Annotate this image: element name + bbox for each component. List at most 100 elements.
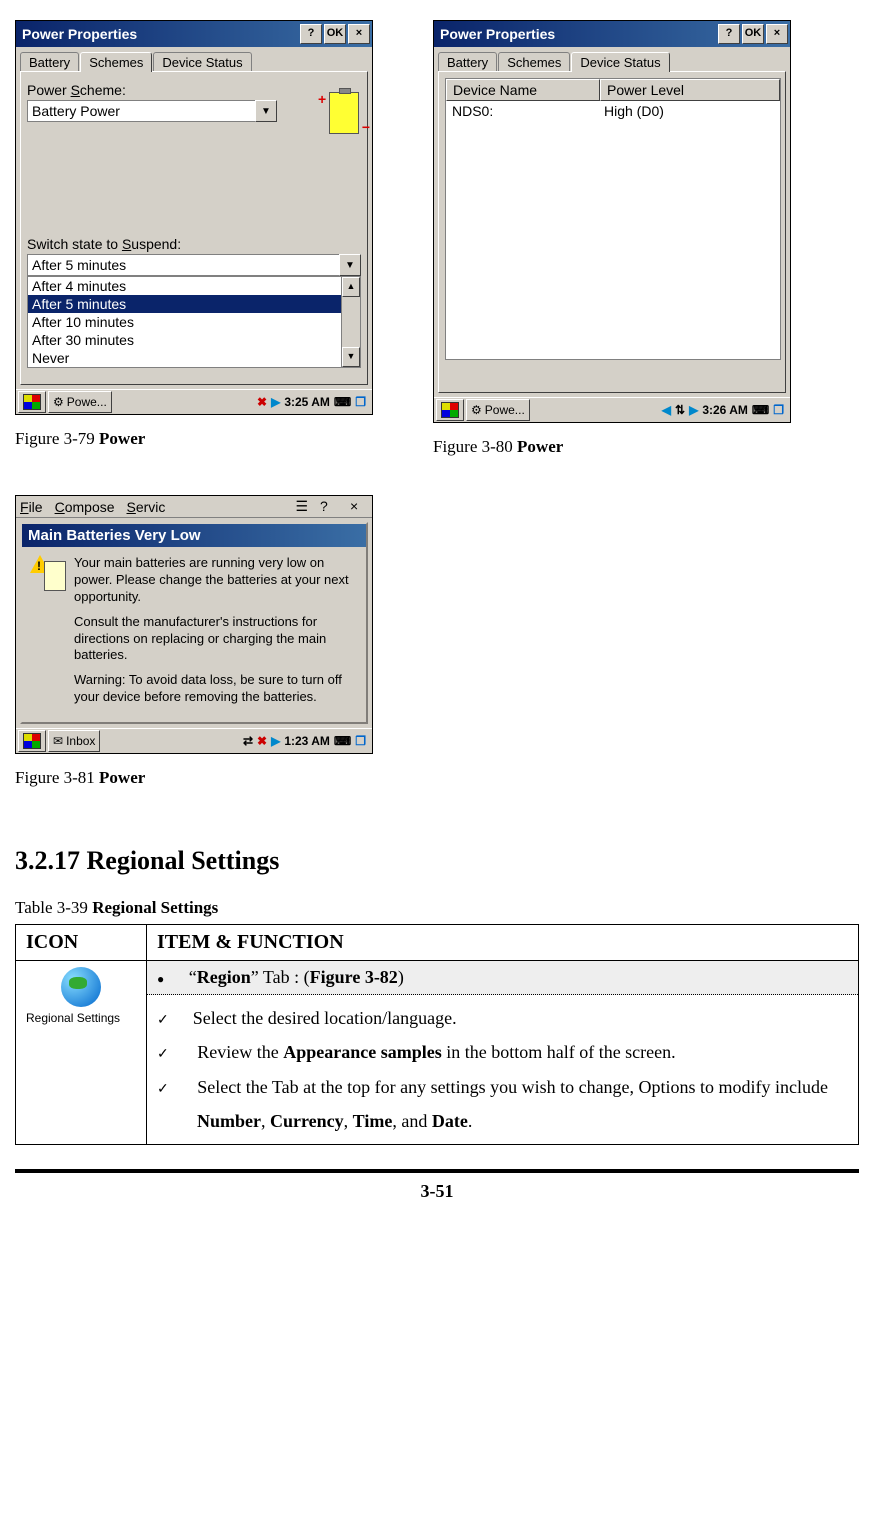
tray-icon[interactable]: ❐ (773, 403, 784, 417)
close-button[interactable]: × (766, 24, 788, 44)
system-tray: ⇄ ✖ ▶ 1:23 AM ⌨ ❐ (239, 734, 370, 748)
page-footer: 3-51 (15, 1169, 859, 1202)
suspend-combo[interactable]: After 5 minutes ▼ (27, 254, 361, 276)
device-name-cell: NDS0: (446, 101, 598, 121)
list-item[interactable]: After 30 minutes (28, 331, 341, 349)
toolbar-icon[interactable]: ☰ (295, 498, 308, 515)
tab-panel: Device Name Power Level NDS0: High (D0) (438, 71, 786, 393)
ok-button[interactable]: OK (742, 24, 764, 44)
start-button[interactable] (436, 399, 464, 421)
suspend-value[interactable]: After 5 minutes (27, 254, 339, 276)
window-title: Power Properties (22, 26, 298, 42)
tab-battery[interactable]: Battery (438, 52, 497, 72)
taskbar-app-button[interactable]: ✉ Inbox (48, 730, 100, 752)
column-power-level[interactable]: Power Level (600, 79, 780, 101)
list-item[interactable]: After 4 minutes (28, 277, 341, 295)
page-number: 3-51 (421, 1181, 454, 1201)
tray-icon[interactable]: ✖ (257, 395, 267, 409)
tray-icon[interactable]: ⇄ (243, 734, 253, 748)
figure-80-column: Power Properties ? OK × Battery Schemes … (433, 20, 791, 465)
list-item[interactable]: After 5 minutes (28, 295, 341, 313)
taskbar-app-button[interactable]: ⚙ Powe... (466, 399, 530, 421)
tray-icon[interactable]: ✖ (257, 734, 267, 748)
system-tray: ◀ ⇅ ▶ 3:26 AM ⌨ ❐ (658, 403, 788, 417)
windows-flag-icon (441, 402, 459, 418)
scroll-up-icon[interactable]: ▲ (342, 277, 360, 297)
item-function-cell: “Region” Tab : (Figure 3-82) Select the … (147, 961, 859, 1145)
section-heading: 3.2.17 Regional Settings (15, 846, 859, 876)
column-device-name[interactable]: Device Name (446, 79, 600, 101)
help-button[interactable]: ? (718, 24, 740, 44)
help-button[interactable]: ? (320, 499, 338, 515)
ok-button[interactable]: OK (324, 24, 346, 44)
menu-services[interactable]: Servic (127, 499, 166, 515)
scroll-down-icon[interactable]: ▼ (342, 347, 360, 367)
chevron-down-icon[interactable]: ▼ (255, 100, 277, 122)
figure-row-1: Power Properties ? OK × Battery Schemes … (15, 20, 859, 465)
suspend-label: Switch state to Suspend: (27, 236, 361, 252)
tray-icon[interactable]: ▶ (271, 734, 280, 748)
tab-device-status[interactable]: Device Status (153, 52, 251, 72)
taskbar: ✉ Inbox ⇄ ✖ ▶ 1:23 AM ⌨ ❐ (16, 728, 372, 753)
tray-icon[interactable]: ⇅ (675, 403, 685, 417)
start-button[interactable] (18, 391, 46, 413)
check-item: Select the desired location/language. (157, 1001, 848, 1035)
figure-caption: Figure 3-80 Power (433, 437, 791, 457)
battery-icon: +− (329, 92, 359, 134)
taskbar-app-button[interactable]: ⚙ Powe... (48, 391, 112, 413)
start-button[interactable] (18, 730, 46, 752)
windows-flag-icon (23, 394, 41, 410)
system-tray: ✖ ▶ 3:25 AM ⌨ ❐ (253, 395, 370, 409)
bullet-item: “Region” Tab : (Figure 3-82) (157, 967, 848, 988)
dialog-body: Your main batteries are running very low… (22, 547, 366, 722)
power-scheme-value[interactable]: Battery Power (27, 100, 255, 122)
tray-icon[interactable]: ⌨ (752, 403, 769, 417)
power-level-cell: High (D0) (598, 101, 780, 121)
battery-warning-icon (30, 555, 66, 591)
table-row: Regional Settings “Region” Tab : (Figure… (16, 961, 859, 1145)
window-title: Power Properties (440, 26, 716, 42)
suspend-options-list[interactable]: After 4 minutes After 5 minutes After 10… (27, 276, 361, 368)
tray-icon[interactable]: ⌨ (334, 395, 351, 409)
table-row[interactable]: NDS0: High (D0) (446, 101, 780, 121)
tab-battery[interactable]: Battery (20, 52, 79, 72)
tab-strip: Battery Schemes Device Status (434, 47, 790, 71)
header-icon: ICON (16, 925, 147, 961)
dialog-paragraph: Consult the manufacturer's instructions … (74, 614, 358, 665)
power-props-window-device-status: Power Properties ? OK × Battery Schemes … (433, 20, 791, 423)
icon-label: Regional Settings (26, 1011, 136, 1025)
list-item[interactable]: After 10 minutes (28, 313, 341, 331)
check-item: Select the Tab at the top for any settin… (157, 1070, 848, 1138)
chevron-down-icon[interactable]: ▼ (339, 254, 361, 276)
power-scheme-combo[interactable]: Battery Power ▼ (27, 100, 277, 122)
list-item[interactable]: Never (28, 349, 341, 367)
help-button[interactable]: ? (300, 24, 322, 44)
tab-device-status[interactable]: Device Status (571, 52, 669, 72)
tab-schemes[interactable]: Schemes (498, 52, 570, 72)
gear-icon: ⚙ (471, 403, 482, 417)
globe-icon (61, 967, 101, 1007)
close-button[interactable]: × (350, 499, 368, 515)
close-button[interactable]: × (348, 24, 370, 44)
taskbar: ⚙ Powe... ✖ ▶ 3:25 AM ⌨ ❐ (16, 389, 372, 414)
tray-icon[interactable]: ❐ (355, 734, 366, 748)
figure-caption: Figure 3-79 Power (15, 429, 373, 449)
scrollbar[interactable]: ▲ ▼ (341, 277, 360, 367)
menu-file[interactable]: File (20, 499, 43, 515)
tray-icon[interactable]: ◀ (662, 403, 671, 417)
power-props-window-schemes: Power Properties ? OK × Battery Schemes … (15, 20, 373, 415)
menubar: File Compose Servic ☰ ? × (16, 496, 372, 518)
tray-icon[interactable]: ▶ (271, 395, 280, 409)
figure-caption: Figure 3-81 Power (15, 768, 859, 788)
menu-compose[interactable]: Compose (55, 499, 115, 515)
dialog-text: Your main batteries are running very low… (74, 555, 358, 714)
tab-schemes[interactable]: Schemes (80, 52, 152, 72)
figure-79-column: Power Properties ? OK × Battery Schemes … (15, 20, 373, 457)
tray-icon[interactable]: ⌨ (334, 734, 351, 748)
tray-icon[interactable]: ❐ (355, 395, 366, 409)
dialog-title: Main Batteries Very Low (22, 524, 366, 547)
tray-icon[interactable]: ▶ (689, 403, 698, 417)
taskbar-app-label: Powe... (485, 403, 525, 417)
taskbar-clock: 1:23 AM (284, 734, 330, 748)
region-tab-heading: “Region” Tab : (Figure 3-82) (147, 961, 858, 995)
